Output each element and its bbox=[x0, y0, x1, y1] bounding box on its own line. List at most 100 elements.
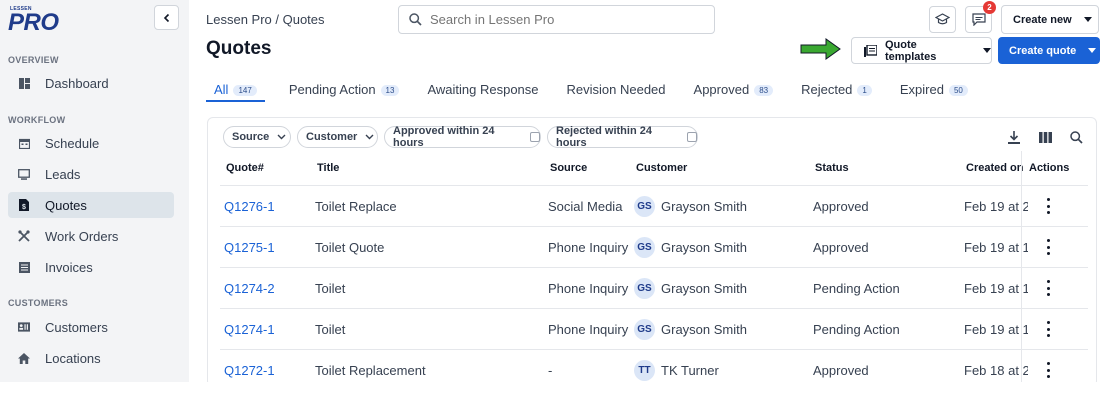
table-row[interactable]: Q1276-1 Toilet Replace Social Media GS Grays… bbox=[220, 186, 1088, 227]
sidebar-item-locations[interactable]: Locations bbox=[8, 345, 174, 371]
quote-number-link[interactable]: Q1272-1 bbox=[224, 363, 275, 378]
sidebar: LESSEN PRO OVERVIEW Dashboard WORKFLOW S… bbox=[0, 0, 189, 382]
caret-down-icon bbox=[1088, 48, 1097, 53]
filter-rejected-24h[interactable]: Rejected within 24 hours bbox=[547, 125, 698, 149]
chevron-down-icon bbox=[365, 134, 374, 140]
column-header-customer[interactable]: Customer bbox=[636, 162, 687, 174]
sidebar-item-customers[interactable]: Customers bbox=[8, 314, 174, 340]
customer-name: Grayson Smith bbox=[661, 199, 747, 214]
tab-label: All bbox=[214, 82, 229, 97]
green-arrow-icon bbox=[800, 38, 841, 60]
table-search-button[interactable] bbox=[1069, 130, 1083, 144]
chevron-left-icon bbox=[163, 13, 169, 22]
more-actions-icon[interactable] bbox=[1046, 198, 1050, 214]
create-quote-button[interactable]: Create quote bbox=[998, 37, 1100, 64]
search-box[interactable] bbox=[398, 5, 715, 34]
sidebar-item-label: Leads bbox=[45, 166, 81, 182]
filter-label: Source bbox=[232, 131, 270, 143]
customer-name: Grayson Smith bbox=[661, 240, 747, 255]
filter-label: Customer bbox=[306, 131, 358, 143]
quote-title: Toilet Quote bbox=[315, 240, 385, 255]
column-header-created-on[interactable]: Created on bbox=[966, 162, 1023, 174]
quotes-table-card: Source Customer Approved within 24 hours… bbox=[207, 117, 1097, 387]
created-date: Feb 19 at 1: bbox=[964, 322, 1028, 337]
more-actions-icon[interactable] bbox=[1046, 280, 1050, 296]
sidebar-item-label: Locations bbox=[45, 350, 101, 366]
training-button[interactable] bbox=[929, 6, 956, 33]
columns-button[interactable] bbox=[1038, 130, 1052, 144]
tab-revision-needed[interactable]: Revision Needed bbox=[563, 78, 670, 102]
messages-button[interactable]: 2 bbox=[965, 1, 996, 33]
page-bottom bbox=[0, 382, 1105, 397]
tab-pending-action[interactable]: Pending Action 13 bbox=[285, 78, 404, 102]
table-row[interactable]: Q1274-1 Toilet Phone Inquiry GS Grayson Smit… bbox=[220, 309, 1088, 350]
calendar-icon bbox=[18, 137, 30, 149]
tab-label: Expired bbox=[899, 82, 944, 97]
notification-badge: 2 bbox=[983, 1, 996, 14]
tab-rejected[interactable]: Rejected 1 bbox=[797, 78, 876, 102]
quote-number-link[interactable]: Q1274-1 bbox=[224, 322, 275, 337]
quote-title: Toilet bbox=[315, 281, 346, 296]
avatar: GS bbox=[634, 319, 655, 340]
sidebar-item-schedule[interactable]: Schedule bbox=[8, 130, 174, 156]
home-icon bbox=[18, 352, 30, 364]
sidebar-item-invoices[interactable]: Invoices bbox=[8, 254, 174, 280]
invoice-icon bbox=[18, 261, 30, 273]
table-row[interactable]: Q1274-2 Toilet Phone Inquiry GS Grayson Smit… bbox=[220, 268, 1088, 309]
avatar: TT bbox=[634, 360, 655, 381]
search-icon bbox=[409, 13, 422, 26]
tab-awaiting-response[interactable]: Awaiting Response bbox=[423, 78, 542, 102]
tab-label: Approved bbox=[693, 82, 750, 97]
search-input[interactable] bbox=[430, 12, 690, 27]
tab-all[interactable]: All 147 bbox=[206, 78, 265, 102]
filter-checkbox[interactable] bbox=[687, 132, 697, 142]
section-title-overview: OVERVIEW bbox=[8, 55, 59, 65]
avatar: GS bbox=[634, 237, 655, 258]
create-new-label: Create new bbox=[1013, 13, 1072, 26]
filter-approved-24h[interactable]: Approved within 24 hours bbox=[384, 125, 541, 149]
sidebar-item-quotes[interactable]: $ Quotes bbox=[8, 192, 174, 218]
more-actions-icon[interactable] bbox=[1046, 239, 1050, 255]
table-row[interactable]: Q1275-1 Toilet Quote Phone Inquiry GS Grayso… bbox=[220, 227, 1088, 268]
more-actions-icon[interactable] bbox=[1046, 321, 1050, 337]
customer-name: Grayson Smith bbox=[661, 281, 747, 296]
quote-templates-button[interactable]: Quote templates bbox=[851, 37, 992, 64]
more-actions-icon[interactable] bbox=[1046, 362, 1050, 378]
column-header-source[interactable]: Source bbox=[550, 162, 587, 174]
column-header-actions: Actions bbox=[1029, 162, 1070, 174]
created-date: Feb 19 at 1: bbox=[964, 281, 1028, 296]
quote-status: Pending Action bbox=[813, 322, 900, 337]
status-tabs: All 147 Pending Action 13 Awaiting Respons… bbox=[206, 78, 992, 102]
create-new-button[interactable]: Create new bbox=[1001, 5, 1099, 34]
quote-status: Approved bbox=[813, 199, 869, 214]
breadcrumb[interactable]: Lessen Pro / Quotes bbox=[206, 12, 325, 27]
column-header-quote[interactable]: Quote# bbox=[226, 162, 264, 174]
filter-source[interactable]: Source bbox=[223, 126, 291, 148]
chevron-down-icon bbox=[277, 134, 286, 140]
sidebar-item-leads[interactable]: Leads bbox=[8, 161, 174, 187]
contact-card-icon bbox=[18, 321, 30, 333]
filter-customer[interactable]: Customer bbox=[297, 126, 378, 148]
download-button[interactable] bbox=[1007, 130, 1021, 144]
column-header-status[interactable]: Status bbox=[815, 162, 849, 174]
column-header-title[interactable]: Title bbox=[317, 162, 339, 174]
tab-count: 147 bbox=[233, 85, 257, 96]
logo-text: PRO bbox=[8, 9, 59, 36]
brand-logo[interactable]: LESSEN PRO bbox=[8, 6, 68, 36]
sidebar-item-work-orders[interactable]: Work Orders bbox=[8, 223, 174, 249]
quote-number-link[interactable]: Q1274-2 bbox=[224, 281, 275, 296]
quote-source: Social Media bbox=[548, 199, 623, 214]
dashboard-icon bbox=[18, 77, 30, 89]
quote-number-link[interactable]: Q1275-1 bbox=[224, 240, 275, 255]
filter-checkbox[interactable] bbox=[530, 132, 540, 142]
tab-approved[interactable]: Approved 83 bbox=[690, 78, 778, 102]
created-date: Feb 19 at 1: bbox=[964, 240, 1028, 255]
tab-expired[interactable]: Expired 50 bbox=[896, 78, 972, 102]
quote-number-link[interactable]: Q1276-1 bbox=[224, 199, 275, 214]
sidebar-item-dashboard[interactable]: Dashboard bbox=[8, 70, 174, 96]
templates-icon bbox=[864, 44, 877, 57]
tab-count: 1 bbox=[857, 85, 872, 96]
page-title: Quotes bbox=[206, 38, 272, 59]
collapse-sidebar-button[interactable] bbox=[154, 5, 179, 30]
chat-icon bbox=[971, 13, 986, 26]
